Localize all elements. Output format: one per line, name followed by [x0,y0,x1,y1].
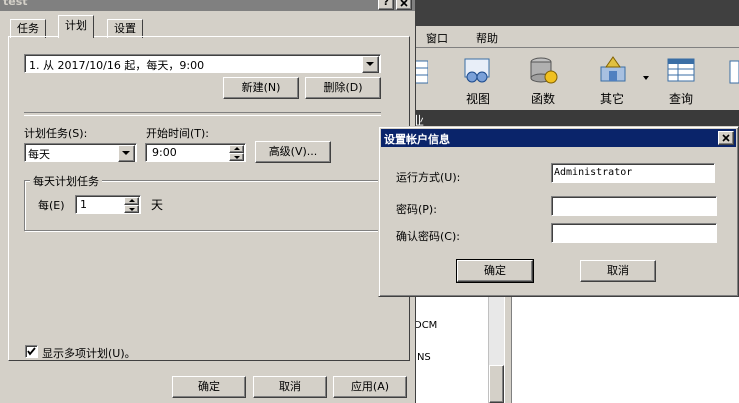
every-days-spin-down[interactable] [124,205,139,213]
start-time-spin-up[interactable] [229,145,244,153]
schedule-combo[interactable]: 1. 从 2017/10/16 起，每天，9:00 [24,54,381,73]
advanced-button[interactable]: 高级(V)... [255,141,331,163]
schedule-task-select[interactable]: 每天 [24,143,137,162]
show-multiple-label: 显示多项计划(U)。 [42,347,136,360]
other-dropdown-icon[interactable] [643,76,649,80]
help-titlebar-button[interactable]: ? [378,0,394,10]
account-cancel-button[interactable]: 取消 [580,260,656,282]
close-icon [722,134,730,142]
bg-toolbar: 视图 函数 其它 查询 [410,49,739,109]
account-dialog-title: 设置帐户信息 [384,133,450,146]
other-icon[interactable] [598,55,628,85]
menu-help[interactable]: 帮助 [476,30,498,46]
run-as-value: Administrator [554,167,633,178]
schedule-combo-dropdown[interactable] [362,56,379,73]
spin-down-icon [234,156,240,159]
start-time-value: 9:00 [152,146,177,159]
close-icon [400,0,408,7]
function-icon[interactable] [528,55,558,85]
schedule-task-dropdown[interactable] [118,145,135,162]
start-time-input[interactable]: 9:00 [145,143,246,162]
run-as-input[interactable]: Administrator [551,163,715,183]
every-days-input[interactable]: 1 [75,195,141,214]
every-label: 每(E) [38,199,65,212]
chevron-down-icon [366,62,374,66]
list-item-ins[interactable]: INS [414,352,431,363]
tab-settings-label: 设置 [114,22,136,35]
delete-schedule-button[interactable]: 删除(D) [305,77,381,99]
spin-down-icon [129,208,135,211]
day-unit-label: 天 [151,198,164,212]
cancel-button[interactable]: 取消 [253,376,327,398]
checkmark-icon [27,347,36,356]
chevron-down-icon [122,151,130,155]
new-schedule-button[interactable]: 新建(N) [223,77,299,99]
bg-scroll-thumb[interactable] [489,365,504,403]
start-time-spin-down[interactable] [229,153,244,161]
query-icon[interactable] [666,55,696,85]
toolbar-view-label: 视图 [466,92,491,106]
list-item-dcm[interactable]: DCM [414,320,437,331]
every-days-value: 1 [80,198,87,211]
run-as-label: 运行方式(U): [396,171,461,184]
toolbar-other-label: 其它 [600,92,625,106]
show-multiple-checkbox[interactable] [25,345,38,358]
confirm-password-input[interactable] [551,223,717,243]
apply-button[interactable]: 应用(A) [333,376,407,398]
start-time-label: 开始时间(T): [146,127,210,140]
bg-titlebar [410,0,739,26]
confirm-password-label: 确认密码(C): [396,230,460,243]
ok-button[interactable]: 确定 [172,376,246,398]
task-properties-dialog: test ? 任务 计划 设置 1. 从 2017/10/16 起，每天，9:0… [0,0,416,403]
account-ok-button[interactable]: 确定 [456,259,534,283]
separator-line [24,112,381,116]
tab-schedule-label: 计划 [65,19,87,32]
schedule-combo-value: 1. 从 2017/10/16 起，每天，9:00 [29,59,205,72]
account-close-button[interactable] [718,131,734,145]
toolbar-function-label: 函数 [531,92,556,106]
account-dialog-titlebar: 设置帐户信息 [381,129,736,147]
daily-group-title: 每天计划任务 [30,173,102,189]
tab-task-label: 任务 [17,22,39,35]
view-icon[interactable] [462,55,492,85]
account-info-dialog: 设置帐户信息 运行方式(U): Administrator 密码(P): 确认密… [378,126,739,297]
password-label: 密码(P): [396,203,437,216]
every-days-spin-up[interactable] [124,197,139,205]
spin-up-icon [129,199,135,202]
schedule-task-value: 每天 [28,148,50,161]
password-input[interactable] [551,196,717,216]
schedule-task-label: 计划任务(S): [24,127,88,140]
toolbar-query-label: 查询 [669,92,694,106]
task-dialog-title: test [3,0,28,8]
task-dialog-titlebar: test ? [0,0,415,11]
tab-schedule[interactable]: 计划 [58,15,94,38]
partial-icon [728,57,739,87]
spin-up-icon [234,147,240,150]
menu-window[interactable]: 窗口 [426,30,448,46]
bg-menubar: 窗口 帮助 [410,26,739,48]
close-titlebar-button[interactable] [396,0,412,10]
